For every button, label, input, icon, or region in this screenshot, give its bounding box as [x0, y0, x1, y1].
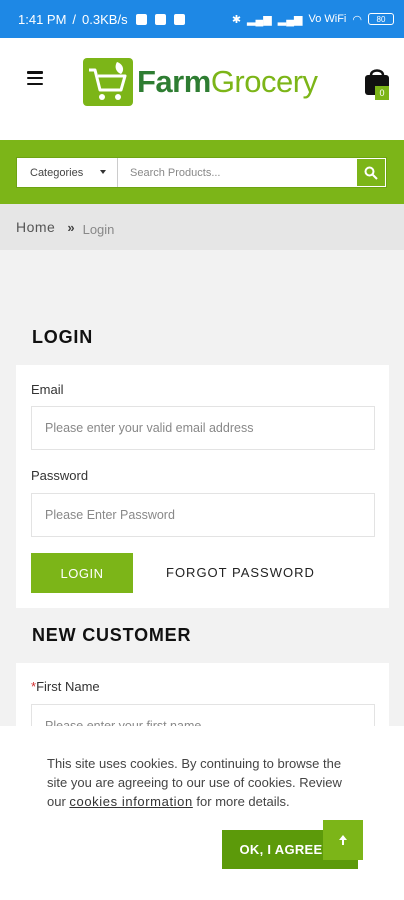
- status-time: 1:41 PM: [18, 11, 67, 27]
- caret-down-icon: [100, 170, 106, 174]
- site-logo[interactable]: FarmGrocery: [83, 58, 318, 106]
- logo-text-farm: Farm: [137, 64, 211, 99]
- email-field[interactable]: [31, 406, 375, 450]
- search-input[interactable]: [118, 158, 356, 187]
- new-customer-title: NEW CUSTOMER: [32, 625, 192, 645]
- bluetooth-icon: ✱: [231, 13, 242, 26]
- breadcrumb-home[interactable]: Home: [16, 219, 55, 235]
- search-band: Categories: [0, 140, 404, 204]
- status-speed: 0.3KB/s: [82, 11, 128, 27]
- battery-icon: 80: [368, 13, 394, 25]
- cart-logo-icon: [83, 58, 133, 106]
- signal-icon: ▂▄▆: [277, 13, 303, 26]
- category-label: Categories: [30, 166, 84, 179]
- search-bar: Categories: [16, 157, 387, 188]
- forgot-password-link[interactable]: FORGOT PASSWORD: [166, 565, 315, 580]
- notification-icon: [173, 13, 185, 25]
- login-title: LOGIN: [32, 327, 93, 347]
- email-label: Email: [31, 382, 64, 397]
- first-name-label: *First Name: [31, 679, 100, 694]
- status-bar: 1:41 PM / 0.3KB/s ✱ ▂▄▆ ▂▄▆ Vo WiFi ◠ 80: [0, 0, 404, 38]
- cookies-information-link[interactable]: cookies information: [69, 794, 192, 809]
- signal-icon: ▂▄▆: [247, 13, 272, 26]
- login-button[interactable]: LOGIN: [31, 553, 133, 593]
- vowifi-label: Vo WiFi: [308, 13, 347, 25]
- search-icon: [364, 166, 378, 180]
- site-header: FarmGrocery: [0, 38, 404, 140]
- breadcrumb-current: Login: [82, 221, 115, 237]
- notification-icon: [154, 13, 166, 25]
- wifi-icon: ◠: [352, 13, 362, 26]
- breadcrumb: Home » Login: [0, 204, 404, 250]
- logo-text-grocery: Grocery: [210, 64, 318, 99]
- password-label: Password: [31, 468, 89, 483]
- notification-icon: [135, 13, 147, 25]
- cookie-banner: This site uses cookies. By continuing to…: [0, 726, 404, 900]
- login-card: Email Password LOGIN FORGOT PASSWORD: [16, 365, 389, 608]
- cookie-message: This site uses cookies. By continuing to…: [47, 756, 342, 809]
- category-dropdown[interactable]: Categories: [17, 158, 118, 187]
- scroll-top-button[interactable]: [323, 820, 363, 860]
- breadcrumb-separator-icon: »: [67, 219, 75, 235]
- search-button[interactable]: [356, 158, 386, 187]
- menu-icon[interactable]: [27, 71, 43, 85]
- cart-count-badge: 0: [375, 86, 389, 100]
- password-field[interactable]: [31, 493, 375, 537]
- arrow-up-icon: [339, 835, 347, 845]
